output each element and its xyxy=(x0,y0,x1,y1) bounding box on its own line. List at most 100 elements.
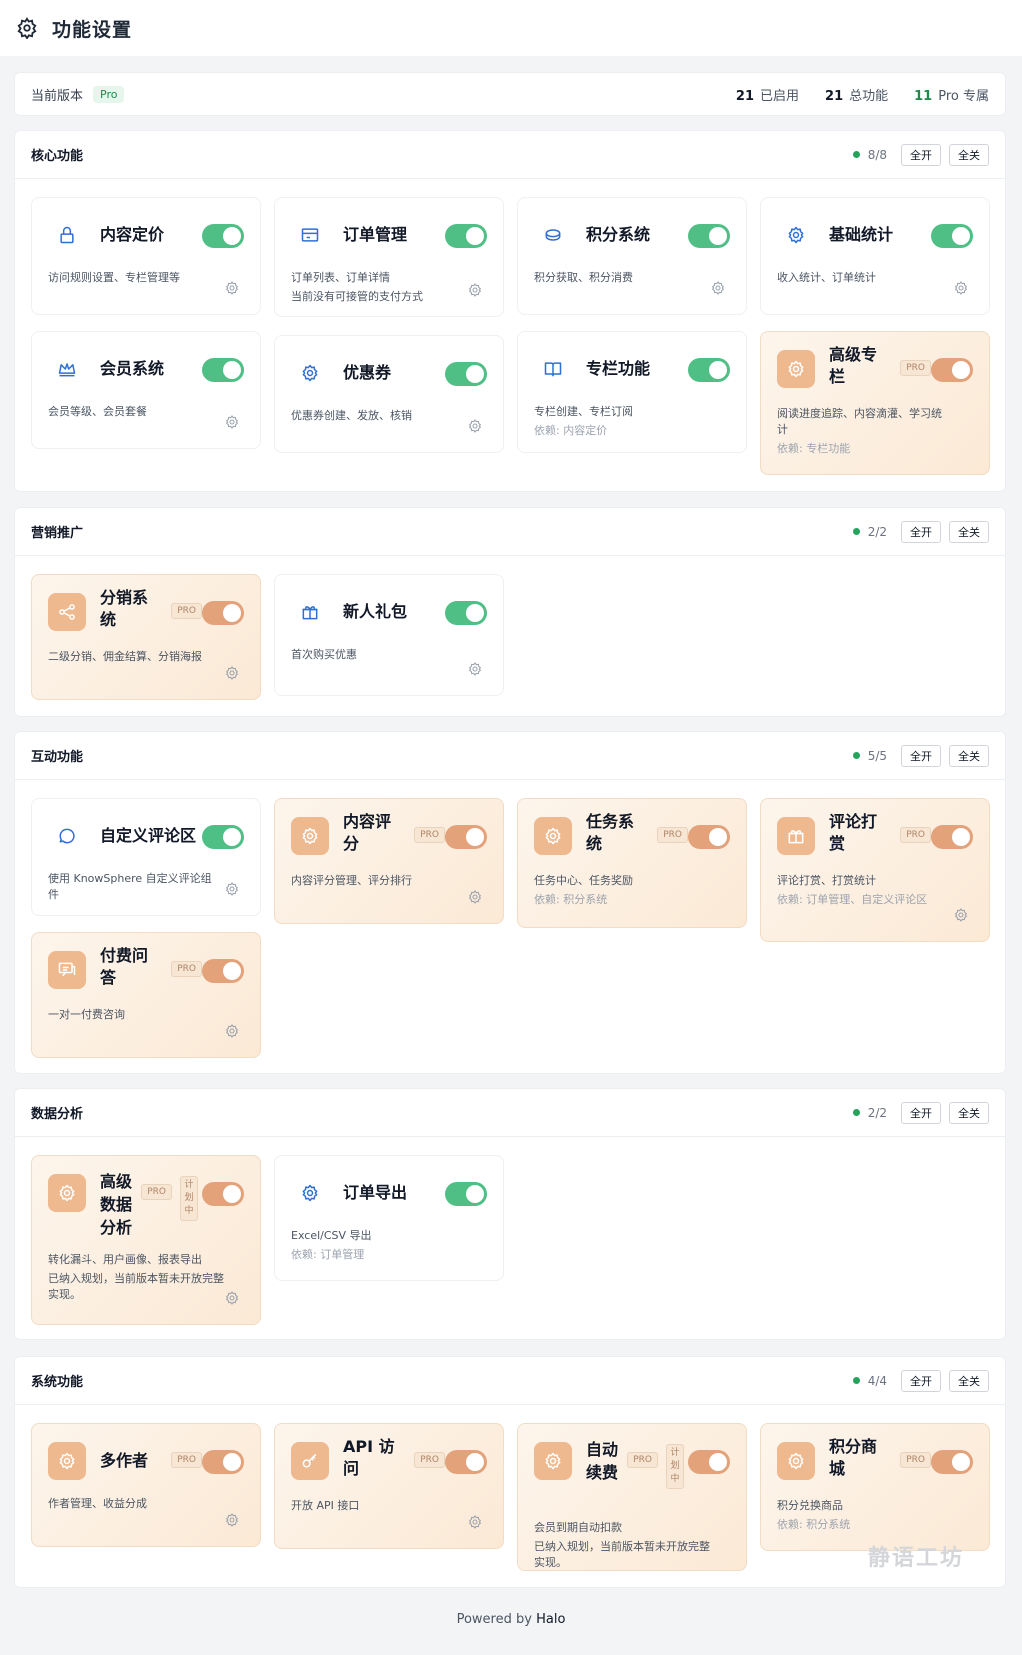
feature-desc: 首次购买优惠 xyxy=(291,648,357,661)
feature-toggle[interactable] xyxy=(931,1450,973,1474)
feature-toggle[interactable] xyxy=(931,825,973,849)
gear-icon xyxy=(534,817,572,855)
settings-icon[interactable] xyxy=(224,414,240,430)
feature-name: 积分系统 xyxy=(586,225,651,244)
enable-all-button[interactable]: 全开 xyxy=(901,744,941,767)
feature-name: 付费问答 xyxy=(100,946,149,987)
disable-all-button[interactable]: 全关 xyxy=(949,1101,989,1124)
feature-toggle[interactable] xyxy=(445,1182,487,1206)
status-dot xyxy=(852,1377,860,1384)
feature-dependency: 依赖: 内容定价 xyxy=(534,424,608,437)
feature-desc: 一对一付费咨询 xyxy=(48,1008,125,1021)
disable-all-button[interactable]: 全关 xyxy=(949,1369,989,1392)
stat-pro: 11 Pro 专属 xyxy=(914,88,989,104)
section-title: 系统功能 xyxy=(31,1375,84,1390)
gear-icon xyxy=(777,216,815,254)
settings-icon[interactable] xyxy=(953,907,969,923)
feature-toggle[interactable] xyxy=(688,358,730,382)
disable-all-button[interactable]: 全关 xyxy=(949,744,989,767)
feature-desc: 转化漏斗、用户画像、报表导出 xyxy=(48,1253,202,1266)
feature-toggle[interactable] xyxy=(445,601,487,625)
feature-card: 多作者 PRO 作者管理、收益分成 xyxy=(31,1423,261,1547)
footer-brand-link[interactable]: Halo xyxy=(536,1612,565,1627)
feature-toggle[interactable] xyxy=(445,825,487,849)
feature-toggle[interactable] xyxy=(202,358,244,382)
section-title: 数据分析 xyxy=(31,1107,84,1122)
settings-icon[interactable] xyxy=(224,881,240,897)
feature-card: 高级专栏 PRO 阅读进度追踪、内容滴灌、学习统计 依赖: 专栏功能 xyxy=(760,331,990,475)
section-0: 核心功能 8/8 全开 全关 内容定价 访问规则设置、专栏管理等 订单管理 订单列表、… xyxy=(14,130,1006,492)
chat-icon xyxy=(48,817,86,855)
settings-icon[interactable] xyxy=(224,1023,240,1039)
disable-all-button[interactable]: 全关 xyxy=(949,143,989,166)
page-title: 功能设置 xyxy=(52,18,133,41)
stat-enabled: 21 已启用 xyxy=(735,88,800,104)
toggle-knob xyxy=(466,365,484,383)
enable-all-button[interactable]: 全开 xyxy=(901,520,941,543)
feature-desc: 优惠券创建、发放、核销 xyxy=(291,409,412,422)
toggle-knob xyxy=(952,227,970,245)
feature-note: 已纳入规划，当前版本暂未开放完整实现。 xyxy=(534,1540,710,1569)
toggle-knob xyxy=(223,604,241,622)
feature-name: 自动续费 xyxy=(586,1440,619,1482)
feature-toggle[interactable] xyxy=(688,1450,730,1474)
enable-all-button[interactable]: 全开 xyxy=(901,1369,941,1392)
feature-toggle[interactable] xyxy=(202,825,244,849)
toggle-knob xyxy=(709,227,727,245)
toggle-knob xyxy=(223,1185,241,1203)
feature-toggle[interactable] xyxy=(202,601,244,625)
feature-name: 会员系统 xyxy=(100,359,165,378)
section-4: 系统功能 4/4 全开 全关 多作者 PRO 作者管理、收益分成 API 访问 PRO 开… xyxy=(14,1356,1006,1588)
gear-icon xyxy=(48,1442,86,1480)
feature-name: 任务系统 xyxy=(586,812,635,853)
feature-toggle[interactable] xyxy=(931,224,973,248)
gear-icon xyxy=(48,1174,86,1212)
feature-toggle[interactable] xyxy=(445,362,487,386)
share-icon xyxy=(48,593,86,631)
feature-desc: 二级分销、佣金结算、分销海报 xyxy=(48,650,202,663)
gear-icon xyxy=(777,1442,815,1480)
toggle-knob xyxy=(952,1453,970,1471)
settings-icon[interactable] xyxy=(467,661,483,677)
feature-name: API 访问 xyxy=(343,1437,395,1478)
feature-card: 内容评分 PRO 内容评分管理、评分排行 xyxy=(274,798,504,924)
feature-toggle[interactable] xyxy=(688,224,730,248)
planned-tag: 计划中 xyxy=(180,1176,198,1221)
feature-name: 内容定价 xyxy=(100,225,165,244)
feature-toggle[interactable] xyxy=(202,1450,244,1474)
feature-card: 优惠券 优惠券创建、发放、核销 xyxy=(274,335,504,453)
gift-icon xyxy=(291,593,329,631)
pro-tag: PRO xyxy=(171,1452,202,1468)
feature-name: 内容评分 xyxy=(343,812,392,853)
disable-all-button[interactable]: 全关 xyxy=(949,520,989,543)
feature-note: 已纳入规划，当前版本暂未开放完整实现。 xyxy=(48,1272,224,1301)
settings-icon[interactable] xyxy=(953,280,969,296)
feature-toggle[interactable] xyxy=(688,825,730,849)
feature-toggle[interactable] xyxy=(445,224,487,248)
settings-icon[interactable] xyxy=(467,418,483,434)
settings-icon[interactable] xyxy=(467,1514,483,1530)
pro-tag: PRO xyxy=(171,961,202,977)
feature-toggle[interactable] xyxy=(202,959,244,983)
settings-icon[interactable] xyxy=(710,280,726,296)
settings-icon[interactable] xyxy=(467,889,483,905)
feature-card: 会员系统 会员等级、会员套餐 xyxy=(31,331,261,449)
section-header: 互动功能 5/5 全开 全关 xyxy=(15,732,1005,780)
feature-toggle[interactable] xyxy=(202,1182,244,1206)
feature-toggle[interactable] xyxy=(445,1450,487,1474)
version-bar: 当前版本 Pro 21 已启用 21 总功能 11 Pro 专属 xyxy=(14,72,1006,116)
settings-icon[interactable] xyxy=(224,1290,240,1306)
enable-all-button[interactable]: 全开 xyxy=(901,1101,941,1124)
section-header: 数据分析 2/2 全开 全关 xyxy=(15,1089,1005,1137)
settings-icon[interactable] xyxy=(467,282,483,298)
pro-tag: PRO xyxy=(657,827,688,843)
feature-toggle[interactable] xyxy=(202,224,244,248)
status-dot xyxy=(852,752,860,759)
feature-card: 分销系统 PRO 二级分销、佣金结算、分销海报 xyxy=(31,574,261,700)
settings-icon[interactable] xyxy=(224,1512,240,1528)
enable-all-button[interactable]: 全开 xyxy=(901,143,941,166)
toggle-knob xyxy=(466,604,484,622)
feature-toggle[interactable] xyxy=(931,358,973,382)
settings-icon[interactable] xyxy=(224,665,240,681)
settings-icon[interactable] xyxy=(224,280,240,296)
